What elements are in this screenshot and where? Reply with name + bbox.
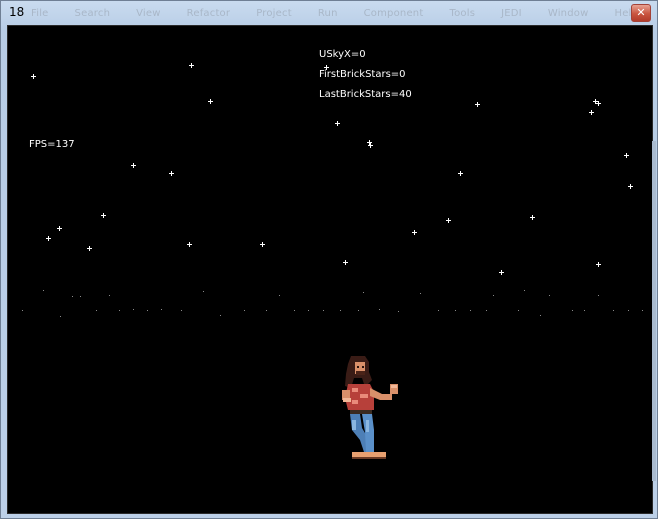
- star: [169, 171, 174, 176]
- fps-readout: FPS=137: [29, 139, 75, 150]
- star: [589, 110, 594, 115]
- background-menu-ghost: File Search View Refactor Project Run Componen…: [31, 8, 639, 19]
- star: [208, 99, 213, 104]
- star: [46, 236, 51, 241]
- faint-stars: [22, 290, 643, 317]
- window-edge-scroll-hint: [652, 141, 656, 481]
- star: [31, 74, 36, 79]
- close-button[interactable]: ✕: [631, 4, 651, 22]
- title-bar[interactable]: 18 File Search View Refactor Project Run Compo…: [1, 1, 657, 25]
- star: [131, 163, 136, 168]
- close-icon: ✕: [636, 6, 646, 19]
- star: [367, 140, 372, 145]
- star: [624, 153, 629, 158]
- star: [87, 246, 92, 251]
- star: [499, 270, 504, 275]
- star: [189, 63, 194, 68]
- star: [530, 215, 535, 220]
- star: [368, 143, 373, 148]
- star: [475, 102, 480, 107]
- usky-readout: USkyX=0: [319, 49, 366, 60]
- star: [412, 230, 417, 235]
- fighter-sprite: [342, 356, 398, 459]
- star: [260, 242, 265, 247]
- app-window: 18 File Search View Refactor Project Run Compo…: [0, 0, 658, 519]
- star: [335, 121, 340, 126]
- star: [187, 242, 192, 247]
- window-title: 18: [9, 5, 25, 19]
- star: [596, 262, 601, 267]
- star: [101, 213, 106, 218]
- last-brick-readout: LastBrickStars=40: [319, 89, 412, 100]
- first-brick-readout: FirstBrickStars=0: [319, 69, 406, 80]
- game-canvas[interactable]: USkyX=0 FirstBrickStars=0 LastBrickStars…: [7, 25, 653, 514]
- star: [343, 260, 348, 265]
- star: [446, 218, 451, 223]
- star: [628, 184, 633, 189]
- star: [458, 171, 463, 176]
- star: [57, 226, 62, 231]
